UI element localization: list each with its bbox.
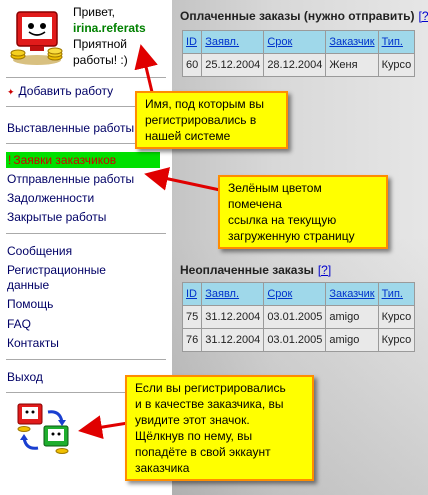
callout-customer-icon: Если вы регистрировались и в качестве зак… [125, 375, 314, 481]
arrow-to-current-link [144, 167, 221, 192]
callout-line: попадёте в свой эккаунт [135, 445, 271, 459]
callout-line: ссылка на текущую [228, 213, 337, 227]
callout-line: увидите этот значок. [135, 413, 250, 427]
callout-green-link: Зелёным цветом помечена ссылка на текущую… [218, 175, 388, 249]
callout-line: Если вы регистрировались [135, 381, 286, 395]
callout-line: и в качестве заказчика, вы [135, 397, 284, 411]
callout-username: Имя, под которым вы регистрировались в наш… [135, 91, 288, 149]
callout-line: Имя, под которым вы [145, 97, 264, 111]
callout-line: Щёлкнув по нему, вы [135, 429, 253, 443]
callout-line: Зелёным цветом помечена [228, 181, 322, 211]
arrow-to-switch-icon [78, 415, 129, 440]
callout-line: заказчика [135, 461, 190, 475]
callout-line: загруженную страницу [228, 229, 355, 243]
callout-line: нашей системе [145, 129, 231, 143]
arrow-to-username [134, 44, 158, 93]
callout-line: регистрировались в [145, 113, 257, 127]
